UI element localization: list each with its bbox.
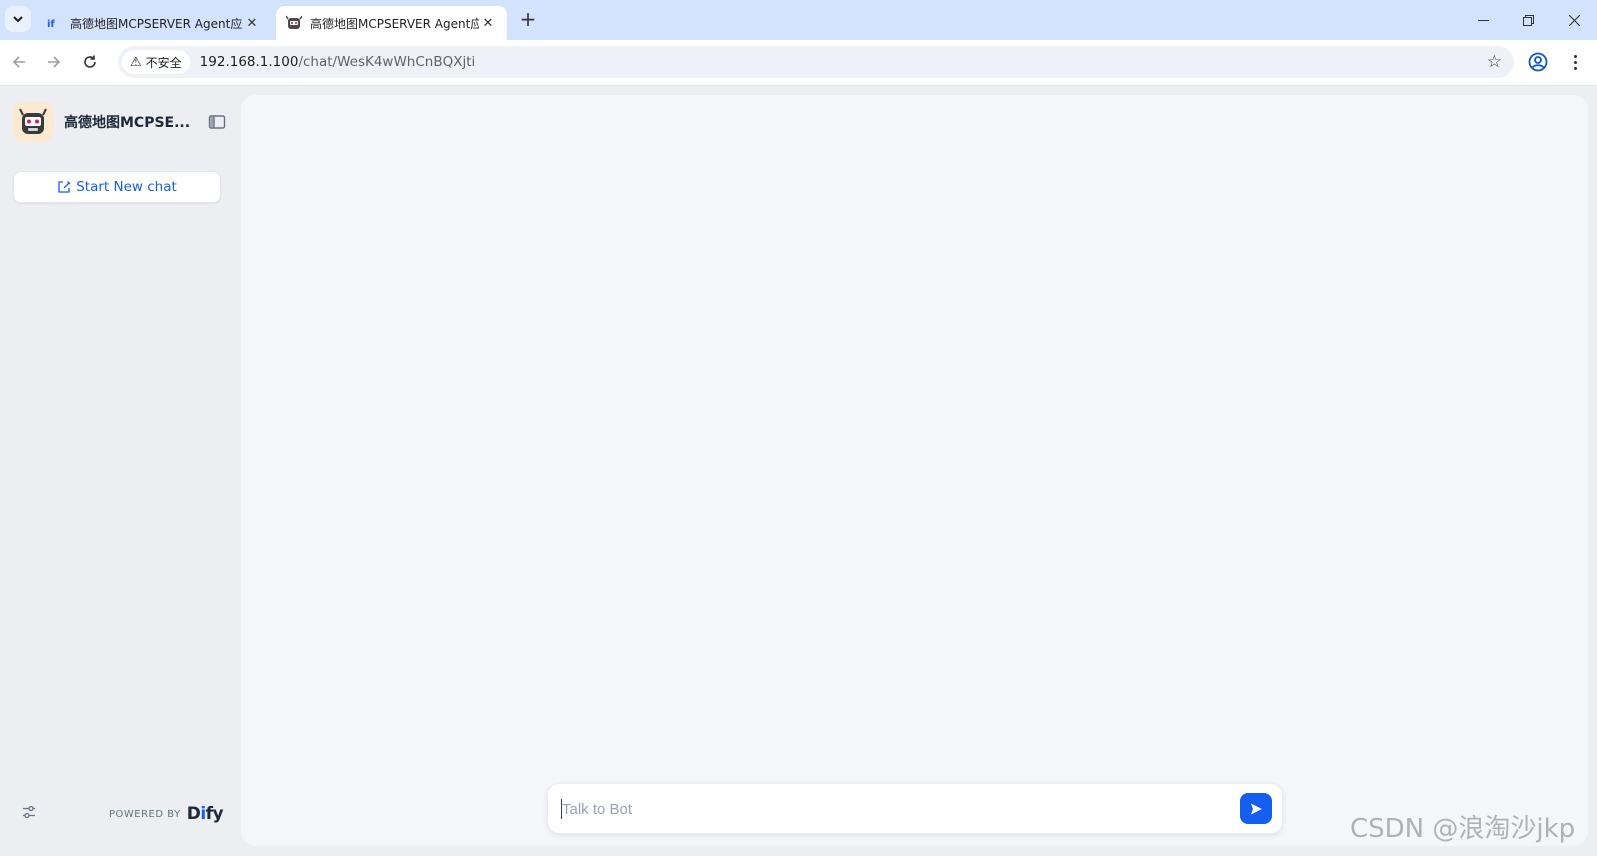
sidebar: 高德地图MCPSE... Start New chat POWERED BY D… <box>0 86 240 856</box>
csdn-watermark: CSDN @浪淘沙jkp <box>1350 814 1576 844</box>
tab-close-icon[interactable]: ✕ <box>243 14 261 32</box>
chat-composer <box>547 783 1283 834</box>
browser-tab-2[interactable]: 高德地图MCPSERVER Agent应用 ✕ <box>276 6 507 40</box>
robot-icon <box>19 108 47 134</box>
tab-title: 高德地图MCPSERVER Agent应用 <box>310 16 479 31</box>
dify-logo-d: D <box>186 804 201 824</box>
browser-menu-button[interactable] <box>1568 49 1582 75</box>
warning-icon: ⚠ <box>130 54 142 70</box>
browser-toolbar: ⚠ 不安全 192.168.1.100/chat/WesK4wWhCnBQXjt… <box>0 40 1597 86</box>
app-header: 高德地图MCPSE... <box>13 102 227 142</box>
dify-logo-fy: fy <box>205 804 224 824</box>
tab-close-icon[interactable]: ✕ <box>479 14 497 32</box>
new-tab-button[interactable]: + <box>518 7 538 31</box>
browser-tab-strip: if 高德地图MCPSERVER Agent应用 ✕ 高德地图MCPSERVER… <box>0 0 1597 40</box>
restore-icon <box>1522 14 1534 26</box>
close-icon <box>1568 14 1580 26</box>
arrow-left-icon <box>12 56 25 68</box>
minimize-icon <box>1477 19 1489 21</box>
browser-tab-1[interactable]: if 高德地图MCPSERVER Agent应用 ✕ <box>36 6 271 40</box>
dify-favicon-icon: if <box>46 15 62 31</box>
security-indicator[interactable]: ⚠ 不安全 <box>122 50 190 74</box>
start-new-chat-button[interactable]: Start New chat <box>13 171 221 203</box>
powered-by-dify: POWERED BY Dify <box>109 804 224 824</box>
sidebar-toggle-icon <box>208 115 226 129</box>
chevron-down-icon <box>13 16 23 23</box>
reload-icon <box>84 55 96 68</box>
tab-search-button[interactable] <box>5 6 31 32</box>
minimize-button[interactable] <box>1460 0 1506 40</box>
robot-favicon-icon <box>286 15 302 31</box>
bookmark-star-icon[interactable]: ☆ <box>1487 52 1502 72</box>
powered-by-label: POWERED BY <box>109 808 181 820</box>
app-title: 高德地图MCPSE... <box>64 115 191 131</box>
sidebar-collapse-button[interactable] <box>207 112 227 132</box>
dify-logo: Dify <box>186 804 224 824</box>
start-new-chat-label: Start New chat <box>76 179 177 195</box>
edit-icon <box>58 181 71 193</box>
url-path: /chat/WesK4wWhCnBQXjti <box>298 54 476 70</box>
restore-button[interactable] <box>1505 0 1551 40</box>
url-text[interactable]: 192.168.1.100/chat/WesK4wWhCnBQXjti <box>200 54 476 70</box>
security-label: 不安全 <box>145 55 182 70</box>
address-bar[interactable]: ⚠ 不安全 192.168.1.100/chat/WesK4wWhCnBQXjt… <box>118 46 1514 78</box>
settings-button[interactable] <box>21 804 37 820</box>
svg-text:if: if <box>47 19 55 30</box>
profile-button[interactable] <box>1527 51 1549 73</box>
tab-title: 高德地图MCPSERVER Agent应用 <box>70 16 243 31</box>
dot-icon <box>1573 54 1577 58</box>
reload-button[interactable] <box>78 50 102 74</box>
dot-icon <box>1573 60 1577 64</box>
sliders-icon <box>23 805 35 819</box>
dot-icon <box>1573 66 1577 70</box>
close-window-button[interactable] <box>1551 0 1597 40</box>
send-button[interactable] <box>1240 793 1272 824</box>
account-circle-icon <box>1528 52 1548 72</box>
chat-main-panel <box>241 95 1588 846</box>
app-avatar <box>13 102 53 142</box>
send-icon <box>1251 803 1262 814</box>
arrow-right-icon <box>48 56 61 68</box>
chat-app: 高德地图MCPSE... Start New chat POWERED BY D… <box>0 86 1597 856</box>
url-host: 192.168.1.100 <box>199 54 299 70</box>
back-button[interactable] <box>7 50 31 74</box>
chat-input[interactable] <box>562 798 1212 820</box>
forward-button[interactable] <box>42 50 66 74</box>
